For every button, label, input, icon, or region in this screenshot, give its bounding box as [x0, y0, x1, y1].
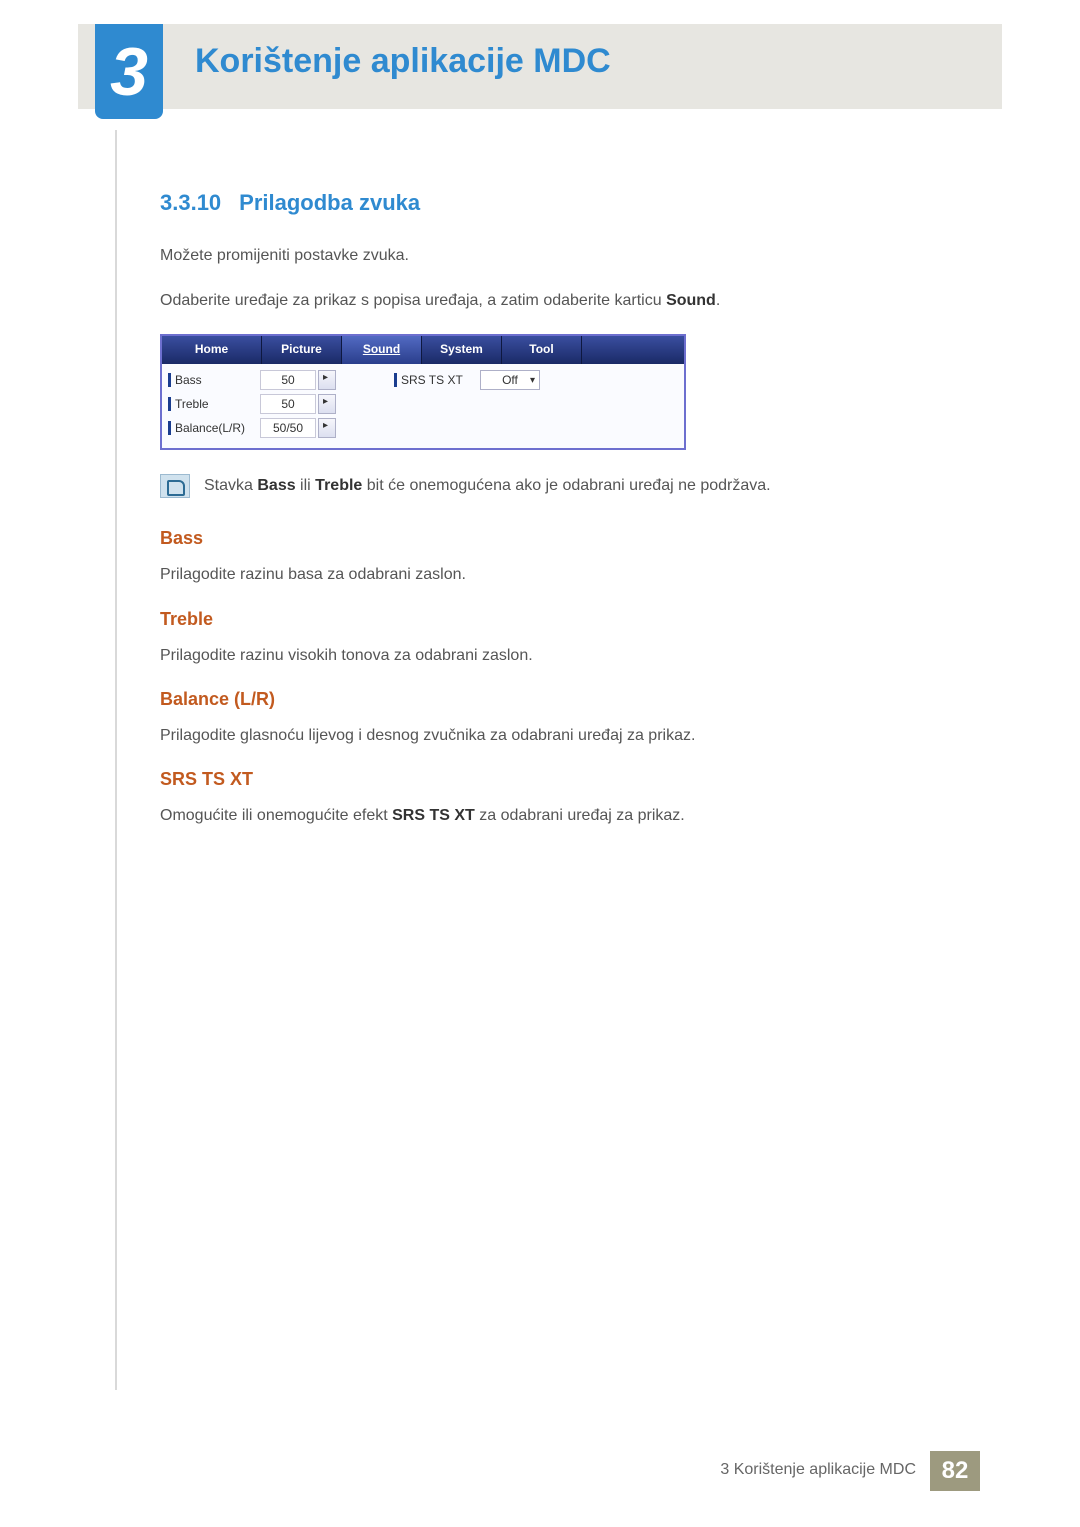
label-balance: Balance(L/R) — [168, 421, 260, 435]
sound-panel: Home Picture Sound System Tool Bass 50 T… — [160, 334, 686, 450]
footer-page: 82 — [930, 1451, 980, 1491]
tab-home[interactable]: Home — [162, 336, 262, 364]
panel-col-right: SRS TS XT Off — [388, 364, 684, 448]
intro-p2: Odaberite uređaje za prikaz s popisa ure… — [160, 289, 920, 312]
para-srs-a: Omogućite ili onemogućite efekt — [160, 807, 392, 824]
footer-text: 3 Korištenje aplikacije MDC — [720, 1461, 916, 1479]
content: 3.3.10 Prilagodba zvuka Možete promijenit… — [160, 190, 920, 849]
intro-p2-a: Odaberite uređaje za prikaz s popisa ure… — [160, 292, 666, 309]
section-number: 3.3.10 — [160, 190, 221, 215]
row-bass: Bass 50 — [168, 370, 382, 390]
note-text: Stavka Bass ili Treble bit će onemogućen… — [204, 474, 771, 497]
value-balance[interactable]: 50/50 — [260, 418, 316, 438]
heading-srs: SRS TS XT — [160, 769, 920, 790]
value-bass[interactable]: 50 — [260, 370, 316, 390]
row-srs: SRS TS XT Off — [394, 370, 678, 390]
para-srs-b: SRS TS XT — [392, 807, 475, 824]
page: 3 Korištenje aplikacije MDC 3.3.10 Prilag… — [0, 0, 1080, 1527]
chapter-number: 3 — [110, 33, 148, 111]
note-c: bit će onemogućena ako je odabrani uređa… — [362, 477, 770, 494]
para-treble: Prilagodite razinu visokih tonova za oda… — [160, 644, 920, 667]
para-balance: Prilagodite glasnoću lijevog i desnog zv… — [160, 724, 920, 747]
footer: 3 Korištenje aplikacije MDC 82 — [0, 1451, 1080, 1491]
note-icon — [160, 474, 190, 498]
dropdown-srs[interactable]: Off — [480, 370, 540, 390]
intro-p2-c: . — [716, 292, 720, 309]
chapter-box: 3 — [95, 24, 163, 119]
step-balance[interactable] — [318, 418, 336, 438]
section-name: Prilagodba zvuka — [239, 190, 420, 215]
heading-balance: Balance (L/R) — [160, 689, 920, 710]
label-srs: SRS TS XT — [394, 373, 474, 387]
chapter-title: Korištenje aplikacije MDC — [195, 42, 611, 81]
note-b1: Bass — [257, 477, 295, 494]
label-bass: Bass — [168, 373, 260, 387]
panel-body: Bass 50 Treble 50 Balance(L/R) 50/50 — [162, 364, 684, 448]
row-treble: Treble 50 — [168, 394, 382, 414]
row-balance: Balance(L/R) 50/50 — [168, 418, 382, 438]
note-a: Stavka — [204, 477, 257, 494]
label-treble: Treble — [168, 397, 260, 411]
intro-p2-b: Sound — [666, 292, 716, 309]
tab-spacer — [582, 336, 684, 364]
tab-sound[interactable]: Sound — [342, 336, 422, 364]
tab-tool[interactable]: Tool — [502, 336, 582, 364]
step-bass[interactable] — [318, 370, 336, 390]
heading-treble: Treble — [160, 609, 920, 630]
para-srs-c: za odabrani uređaj za prikaz. — [475, 807, 685, 824]
panel-col-left: Bass 50 Treble 50 Balance(L/R) 50/50 — [162, 364, 388, 448]
tab-bar: Home Picture Sound System Tool — [162, 336, 684, 364]
note: Stavka Bass ili Treble bit će onemogućen… — [160, 474, 920, 498]
note-mid: ili — [296, 477, 316, 494]
note-b2: Treble — [315, 477, 362, 494]
tab-system[interactable]: System — [422, 336, 502, 364]
tab-picture[interactable]: Picture — [262, 336, 342, 364]
heading-bass: Bass — [160, 528, 920, 549]
left-rule — [115, 130, 117, 1390]
section-title: 3.3.10 Prilagodba zvuka — [160, 190, 920, 216]
step-treble[interactable] — [318, 394, 336, 414]
para-bass: Prilagodite razinu basa za odabrani zasl… — [160, 563, 920, 586]
value-treble[interactable]: 50 — [260, 394, 316, 414]
intro-p1: Možete promijeniti postavke zvuka. — [160, 244, 920, 267]
para-srs: Omogućite ili onemogućite efekt SRS TS X… — [160, 804, 920, 827]
